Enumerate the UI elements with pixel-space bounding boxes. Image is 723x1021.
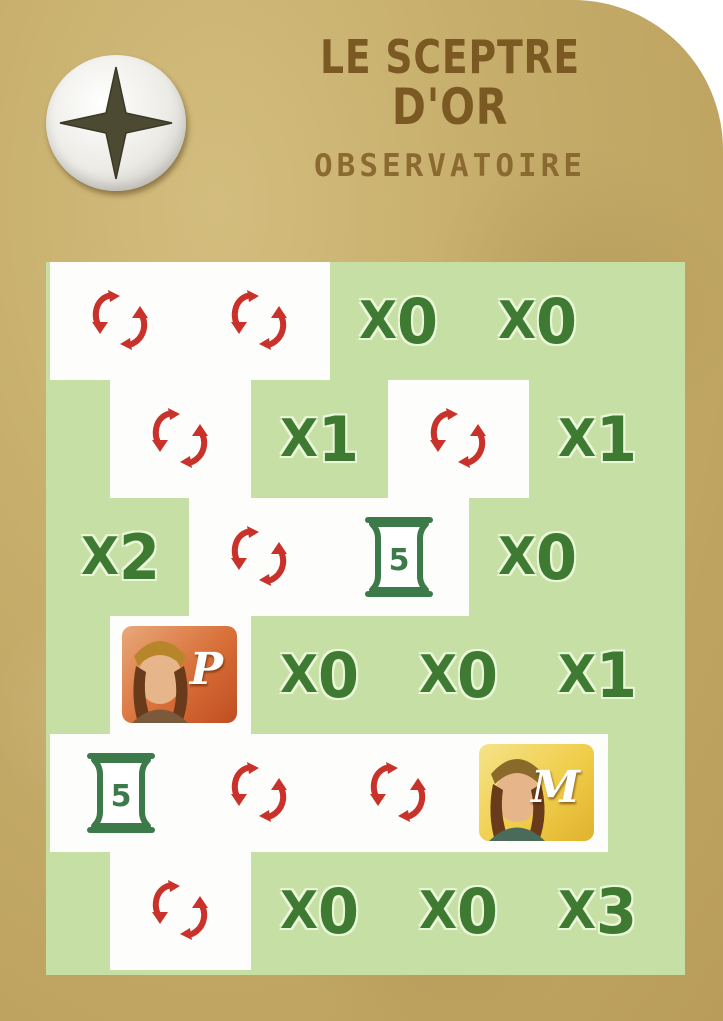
multiplier-cell: X0: [249, 616, 390, 734]
multiplier-value: X0: [392, 616, 526, 734]
multiplier-number: 0: [457, 874, 499, 948]
multiplier-cell: X0: [388, 616, 529, 734]
swap-cell: [50, 262, 191, 380]
scroll-cell: 5: [50, 734, 191, 852]
multiplier-number: 0: [318, 874, 360, 948]
swap-arrows-icon: [50, 262, 191, 380]
multiplier-x: X: [497, 291, 537, 351]
character-cell: P: [110, 616, 251, 734]
multiplier-number: 2: [119, 520, 161, 594]
multiplier-x: X: [557, 645, 597, 705]
multiplier-x: X: [279, 881, 319, 941]
multiplier-number: 1: [596, 402, 638, 476]
scroll-icon: 5: [328, 498, 469, 616]
swap-arrows-icon: [189, 262, 330, 380]
multiplier-x: X: [358, 291, 398, 351]
multiplier-value: X0: [253, 616, 387, 734]
title-line-2: D'OR: [391, 78, 509, 136]
multiplier-cell: X2: [50, 498, 191, 616]
multiplier-cell: X0: [249, 852, 390, 970]
multiplier-number: 3: [596, 874, 638, 948]
multiplier-x: X: [418, 645, 458, 705]
multiplier-cell: X0: [328, 262, 469, 380]
swap-cell: [189, 734, 330, 852]
multiplier-value: X1: [253, 380, 387, 498]
multiplier-x: X: [497, 527, 537, 587]
swap-arrows-icon: [328, 734, 469, 852]
multiplier-number: 0: [536, 284, 578, 358]
swap-cell: [110, 380, 251, 498]
multiplier-value: X0: [471, 498, 605, 616]
multiplier-cell: X0: [467, 498, 608, 616]
swap-arrows-icon: [110, 380, 251, 498]
swap-arrows-icon: [388, 380, 529, 498]
multiplier-cell: X1: [527, 616, 668, 734]
character-portrait: P: [122, 626, 237, 723]
swap-cell: [328, 734, 469, 852]
multiplier-cell: X0: [467, 262, 608, 380]
multiplier-value: X0: [253, 852, 387, 970]
multiplier-cell: X1: [249, 380, 390, 498]
scroll-icon: 5: [50, 734, 191, 852]
score-grid: X0X0X1X1X25X0PX0X0X15MX0X0X3: [46, 262, 685, 975]
swap-arrows-icon: [110, 852, 251, 970]
scroll-value: 5: [388, 543, 409, 578]
character-letter: P: [189, 644, 223, 695]
swap-arrows-icon: [189, 498, 330, 616]
multiplier-number: 0: [318, 638, 360, 712]
multiplier-number: 1: [318, 402, 360, 476]
multiplier-value: X2: [54, 498, 188, 616]
swap-arrows-icon: [189, 734, 330, 852]
multiplier-number: 0: [397, 284, 439, 358]
multiplier-value: X3: [531, 852, 665, 970]
multiplier-value: X0: [332, 262, 466, 380]
compass-badge: [46, 55, 186, 191]
scroll-cell: 5: [328, 498, 469, 616]
swap-cell: [189, 498, 330, 616]
multiplier-number: 0: [457, 638, 499, 712]
multiplier-value: X0: [471, 262, 605, 380]
scroll-value: 5: [110, 779, 131, 814]
multiplier-cell: X1: [527, 380, 668, 498]
character-portrait: M: [479, 744, 594, 841]
multiplier-x: X: [418, 881, 458, 941]
swap-cell: [110, 852, 251, 970]
character-letter: M: [531, 762, 580, 813]
card-title: LE SCEPTRE D'OR OBSERVATOIRE: [280, 32, 620, 184]
multiplier-cell: X0: [388, 852, 529, 970]
multiplier-number: 1: [596, 638, 638, 712]
title-line-1: LE SCEPTRE: [320, 30, 580, 84]
multiplier-x: X: [557, 409, 597, 469]
card-subtitle: OBSERVATOIRE: [314, 148, 586, 184]
four-point-star-icon: [59, 66, 173, 180]
swap-cell: [189, 262, 330, 380]
swap-cell: [388, 380, 529, 498]
multiplier-value: X1: [531, 616, 665, 734]
game-card: LE SCEPTRE D'OR OBSERVATOIRE X0X0X1X1X25…: [0, 0, 723, 1021]
multiplier-x: X: [80, 527, 120, 587]
multiplier-value: X0: [392, 852, 526, 970]
multiplier-x: X: [557, 881, 597, 941]
multiplier-number: 0: [536, 520, 578, 594]
character-cell: M: [467, 734, 608, 852]
multiplier-x: X: [279, 645, 319, 705]
multiplier-x: X: [279, 409, 319, 469]
multiplier-value: X1: [531, 380, 665, 498]
multiplier-cell: X3: [527, 852, 668, 970]
